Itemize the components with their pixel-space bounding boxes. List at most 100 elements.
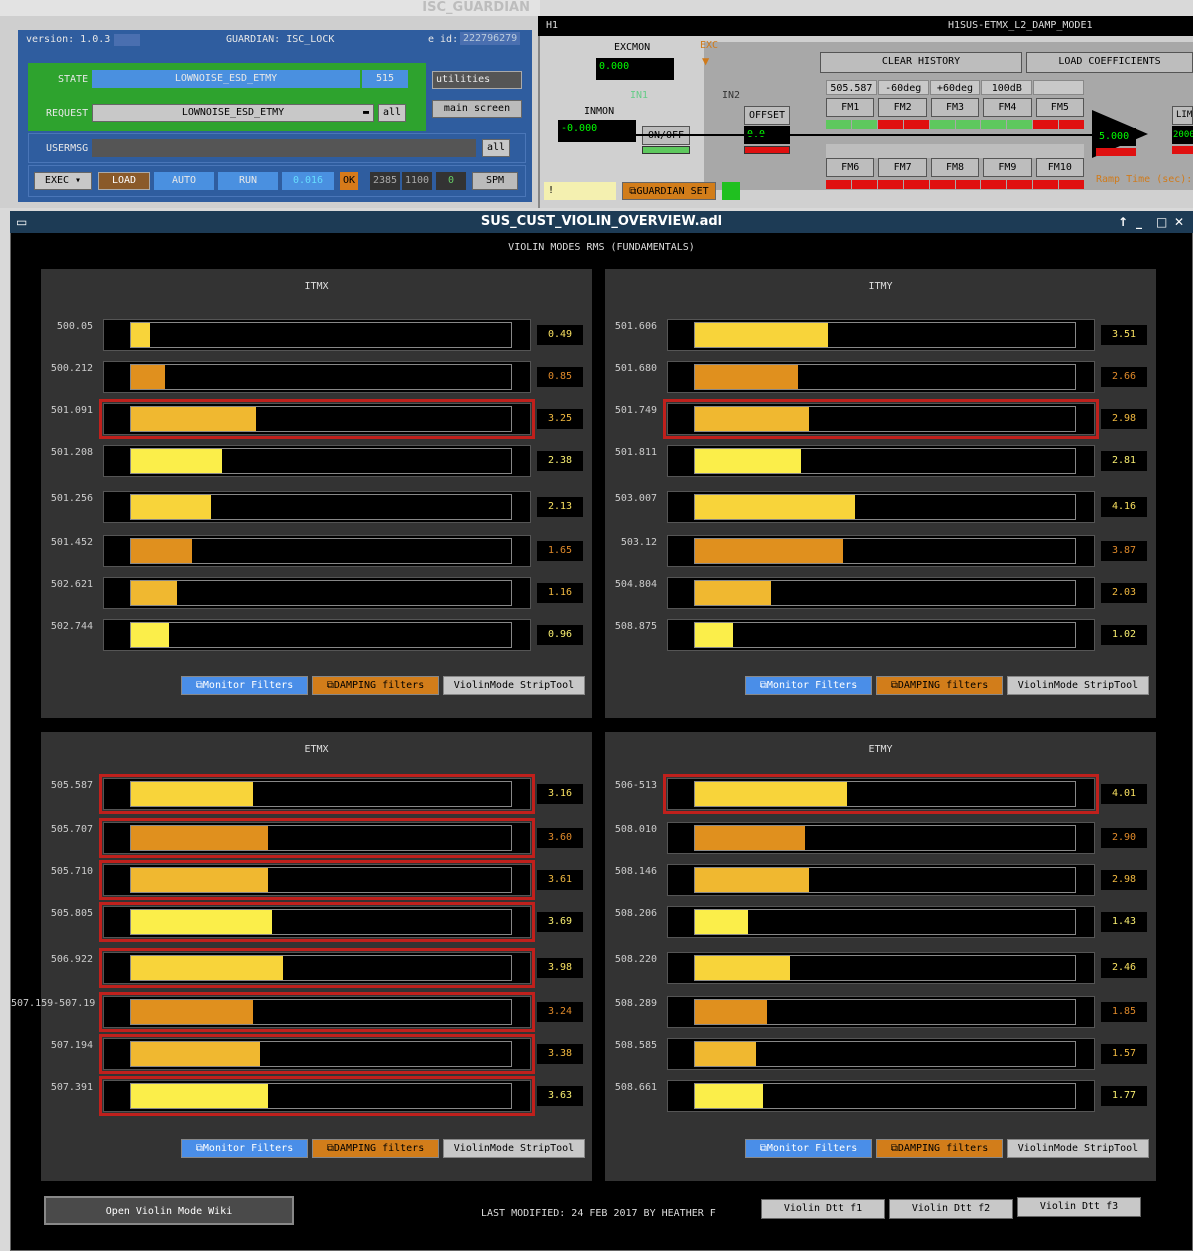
fm-button-fm9[interactable]: FM9 [983, 158, 1032, 177]
mode-row[interactable]: 507.194 3.38 [41, 1034, 592, 1074]
striptool-button[interactable]: ViolinMode StripTool [443, 676, 585, 695]
fm-button-fm1[interactable]: FM1 [826, 98, 875, 117]
panel-itmx: ITMX 500.05 0.49 500.212 0.85 501.091 3.25 501.… [41, 269, 592, 718]
exec-select[interactable]: EXEC ▾ [34, 172, 92, 190]
mode-row[interactable]: 508.661 1.77 [605, 1080, 1156, 1112]
mode-row[interactable]: 507.391 3.63 [41, 1076, 592, 1116]
striptool-button[interactable]: ViolinMode StripTool [1007, 676, 1149, 695]
minimize-icon[interactable]: _ [1136, 211, 1142, 233]
mode-row[interactable]: 508.585 1.57 [605, 1038, 1156, 1070]
mode-row[interactable]: 500.212 0.85 [41, 361, 592, 393]
mode-row[interactable]: 505.805 3.69 [41, 902, 592, 942]
fm-button-fm3[interactable]: FM3 [930, 98, 980, 117]
mode-row[interactable]: 501.811 2.81 [605, 445, 1156, 477]
mode-row[interactable]: 501.208 2.38 [41, 445, 592, 477]
mode-bar-frame [667, 319, 1095, 351]
mode-row[interactable]: 501.452 1.65 [41, 535, 592, 567]
mode-row[interactable]: 508.289 1.85 [605, 996, 1156, 1028]
dtt-f1-button[interactable]: Violin Dtt f1 [761, 1199, 885, 1219]
mode-row[interactable]: 501.256 2.13 [41, 491, 592, 523]
request-select[interactable]: LOWNOISE_ESD_ETMY ▬ [92, 104, 374, 122]
limit-button[interactable]: LIM [1172, 106, 1193, 125]
dtt-f2-button[interactable]: Violin Dtt f2 [889, 1199, 1013, 1219]
load-button[interactable]: LOAD [98, 172, 150, 190]
gain-value[interactable]: 5.000 [1096, 128, 1136, 146]
maximize-icon[interactable]: □ [1156, 211, 1167, 233]
open-wiki-button[interactable]: Open Violin Mode Wiki [44, 1196, 294, 1225]
mode-rms-value: 2.98 [1101, 409, 1147, 429]
mode-row[interactable]: 505.707 3.60 [41, 818, 592, 858]
mode-row[interactable]: 508.220 2.46 [605, 952, 1156, 984]
mode-row[interactable]: 501.606 3.51 [605, 319, 1156, 351]
mode-bar-frame [667, 491, 1095, 523]
main-screen-button[interactable]: main screen [432, 100, 522, 118]
mode-rms-value: 3.87 [1101, 541, 1147, 561]
close-icon[interactable]: ✕ [1174, 211, 1184, 233]
mode-bar-track [130, 580, 512, 606]
mode-row[interactable]: 508.875 1.02 [605, 619, 1156, 651]
run-button[interactable]: RUN [218, 172, 278, 190]
load-coefficients-button[interactable]: LOAD COEFFICIENTS [1026, 52, 1193, 73]
offset-button[interactable]: OFFSET [744, 106, 790, 125]
mode-row[interactable]: 504.804 2.03 [605, 577, 1156, 609]
monitor-filters-button[interactable]: ⧉Monitor Filters [181, 1139, 308, 1158]
mode-row[interactable]: 505.710 3.61 [41, 860, 592, 900]
mode-row[interactable]: 501.091 3.25 [41, 399, 592, 439]
fm-button-fm6[interactable]: FM6 [826, 158, 875, 177]
mode-row[interactable]: 500.05 0.49 [41, 319, 592, 351]
mode-row[interactable]: 501.749 2.98 [605, 399, 1156, 439]
monitor-filters-button[interactable]: ⧉Monitor Filters [745, 1139, 872, 1158]
mode-frequency-label: 507.391 [50, 1082, 93, 1093]
clear-history-button[interactable]: CLEAR HISTORY [820, 52, 1022, 73]
mode-row[interactable]: 508.146 2.98 [605, 864, 1156, 896]
mode-bar-fill [131, 581, 177, 605]
damping-filters-button[interactable]: ⧉DAMPING filters [876, 1139, 1003, 1158]
monitor-filters-button[interactable]: ⧉Monitor Filters [745, 676, 872, 695]
mode-frequency-label: 501.208 [50, 447, 93, 458]
mode-row[interactable]: 508.010 2.90 [605, 822, 1156, 854]
mode-row[interactable]: 503.007 4.16 [605, 491, 1156, 523]
dtt-f3-button[interactable]: Violin Dtt f3 [1017, 1197, 1141, 1217]
mode-frequency-label: 507.194 [50, 1040, 93, 1051]
fm-button-fm10[interactable]: FM10 [1035, 158, 1085, 177]
mode-row[interactable]: 505.587 3.16 [41, 774, 592, 814]
usermsg-all-button[interactable]: all [482, 139, 510, 157]
damping-filters-button[interactable]: ⧉DAMPING filters [876, 676, 1003, 695]
fm-button-fm8[interactable]: FM8 [930, 158, 980, 177]
mode-row[interactable]: 503.12 3.87 [605, 535, 1156, 567]
mode-bar-track [694, 955, 1076, 981]
fm-button-fm5[interactable]: FM5 [1035, 98, 1085, 117]
mode-bar-fill [695, 868, 809, 892]
mode-row[interactable]: 507.159-507.19 3.24 [11, 992, 592, 1032]
mode-row[interactable]: 502.621 1.16 [41, 577, 592, 609]
damping-filters-button[interactable]: ⧉DAMPING filters [312, 1139, 439, 1158]
striptool-button[interactable]: ViolinMode StripTool [1007, 1139, 1149, 1158]
mode-row[interactable]: 501.680 2.66 [605, 361, 1156, 393]
fm-button-fm7[interactable]: FM7 [878, 158, 927, 177]
guardian-set-button[interactable]: ⧉GUARDIAN SET [622, 182, 716, 200]
mode-frequency-label: 501.091 [50, 405, 93, 416]
spm-button[interactable]: SPM [472, 172, 518, 190]
damping-filters-button[interactable]: ⧉DAMPING filters [312, 676, 439, 695]
striptool-button[interactable]: ViolinMode StripTool [443, 1139, 585, 1158]
mode-row[interactable]: 502.744 0.96 [41, 619, 592, 651]
mode-bar-frame [667, 535, 1095, 567]
mode-frequency-label: 507.159-507.19 [11, 998, 96, 1009]
fm-button-fm2[interactable]: FM2 [878, 98, 927, 117]
mode-rms-value: 4.16 [1101, 497, 1147, 517]
mode-row[interactable]: 506.922 3.98 [41, 948, 592, 988]
utilities-button[interactable]: utilities [432, 71, 522, 89]
window-icon: ⧉ [326, 1143, 334, 1154]
request-all-button[interactable]: all [378, 104, 406, 122]
counter-2: 1100 [402, 172, 432, 190]
mode-row[interactable]: 506-513 4.01 [605, 774, 1156, 814]
panel-title: ETMY [868, 744, 893, 755]
raise-icon[interactable]: ↑ [1118, 211, 1128, 233]
auto-button[interactable]: AUTO [154, 172, 214, 190]
window-menu-icon[interactable]: ▭ [16, 211, 27, 233]
mode-row[interactable]: 508.206 1.43 [605, 906, 1156, 938]
mode-rms-value: 2.66 [1101, 367, 1147, 387]
monitor-filters-button[interactable]: ⧉Monitor Filters [181, 676, 308, 695]
fm-button-fm4[interactable]: FM4 [983, 98, 1032, 117]
limit-value[interactable]: 2000 [1172, 126, 1193, 144]
